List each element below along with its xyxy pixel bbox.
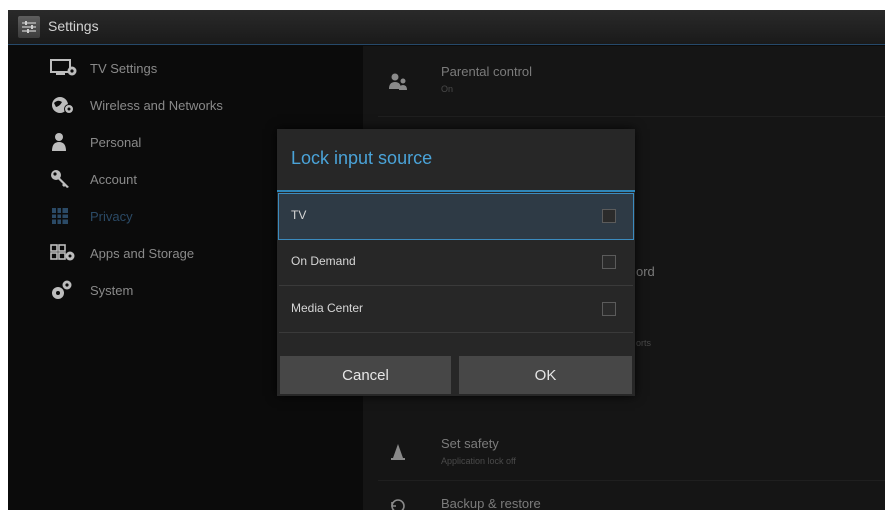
person-icon: [50, 132, 78, 152]
backup-icon: [388, 496, 408, 510]
sidebar-item-personal[interactable]: Personal: [50, 128, 141, 156]
apps-storage-icon: [50, 243, 78, 263]
ok-button[interactable]: OK: [459, 356, 632, 394]
cancel-button[interactable]: Cancel: [280, 356, 451, 394]
tv-settings-icon: [50, 58, 78, 78]
sidebar-item-label: TV Settings: [90, 60, 158, 76]
option-tv[interactable]: TV: [278, 193, 634, 240]
option-media-center[interactable]: Media Center: [279, 287, 633, 333]
backup-restore-title: Backup & restore: [441, 496, 541, 510]
lock-input-source-dialog: Lock input source TV On Demand Media Cen…: [277, 129, 635, 396]
sidebar-item-label: Privacy: [90, 208, 133, 224]
sidebar-item-label: Wireless and Networks: [90, 97, 223, 113]
app-title: Settings: [48, 18, 99, 34]
settings-screen: Settings TV Settings Wireless and Networ…: [8, 10, 885, 510]
settings-app-icon: [18, 16, 40, 38]
parental-control-icon: [388, 72, 408, 92]
on-demand-checkbox[interactable]: [602, 255, 616, 269]
option-on-demand[interactable]: On Demand: [279, 240, 633, 286]
parental-control-item[interactable]: Parental control On: [363, 46, 885, 116]
option-label: On Demand: [291, 254, 356, 268]
dialog-title-divider: [277, 190, 635, 192]
set-safety-status: Application lock off: [441, 456, 516, 466]
sidebar-item-apps-storage[interactable]: Apps and Storage: [50, 239, 194, 267]
gears-icon: [50, 280, 78, 300]
title-bar: Settings: [8, 10, 885, 45]
divider: [378, 480, 885, 481]
privacy-grid-icon: [50, 206, 78, 226]
sidebar-item-label: System: [90, 282, 134, 298]
backup-restore-item[interactable]: Backup & restore: [363, 486, 885, 510]
media-center-checkbox[interactable]: [602, 302, 616, 316]
set-safety-title: Set safety: [441, 436, 499, 451]
sidebar-item-label: Apps and Storage: [90, 245, 195, 261]
sidebar-item-label: Personal: [90, 134, 142, 150]
dialog-title: Lock input source: [291, 148, 433, 168]
set-safety-item[interactable]: Set safety Application lock off: [363, 420, 885, 480]
sidebar-item-tv-settings[interactable]: TV Settings: [50, 54, 157, 82]
globe-network-icon: [50, 95, 78, 115]
tv-checkbox[interactable]: [602, 209, 616, 223]
sidebar-item-account[interactable]: Account: [50, 165, 137, 193]
partial-password-label: ord: [636, 264, 655, 279]
option-label: Media Center: [291, 301, 364, 315]
key-icon: [50, 169, 78, 189]
sidebar-item-privacy[interactable]: Privacy: [50, 202, 133, 230]
parental-control-status: On: [441, 84, 454, 94]
sidebar-item-label: Account: [90, 171, 137, 187]
cone-icon: [388, 442, 408, 462]
partial-ports-label: orts: [636, 338, 652, 348]
option-label: TV: [291, 208, 307, 222]
sidebar-item-wireless[interactable]: Wireless and Networks: [50, 91, 223, 119]
sidebar-item-system[interactable]: System: [50, 276, 133, 304]
divider: [378, 116, 885, 117]
parental-control-title: Parental control: [441, 64, 533, 79]
